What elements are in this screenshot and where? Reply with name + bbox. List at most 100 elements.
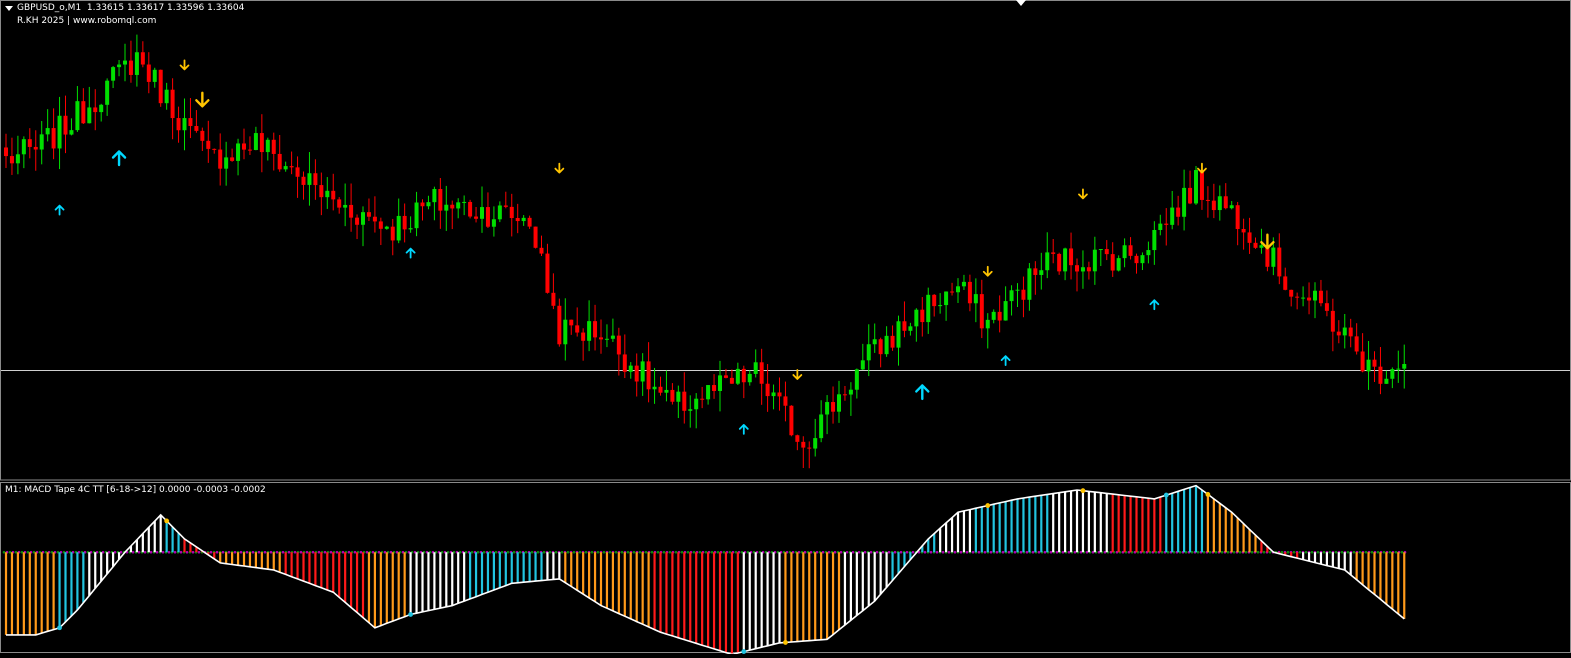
signal-level-dot: [323, 550, 327, 554]
zero-level-dot: [518, 550, 522, 554]
candle-body: [1253, 242, 1258, 248]
signal-level-dot: [251, 550, 255, 554]
zero-level-dot: [1394, 550, 1398, 554]
signal-level-dot: [167, 550, 171, 554]
candle-body: [33, 146, 38, 150]
zero-level-dot: [668, 550, 672, 554]
candle-body: [884, 335, 889, 355]
zero-level-dot: [632, 550, 636, 554]
signal-level-dot: [233, 550, 237, 554]
candle-body: [872, 339, 877, 345]
signal-level-dot: [329, 550, 333, 554]
candle-body: [1051, 252, 1056, 254]
candle-body: [349, 204, 354, 218]
candle-body: [176, 118, 181, 131]
buy-arrow-icon: [915, 384, 930, 401]
candle-body: [301, 176, 306, 185]
signal-level-dot: [197, 550, 201, 554]
candle-body: [1188, 187, 1193, 204]
candle-body: [164, 89, 169, 104]
candle-body: [158, 69, 163, 104]
macd-color-change-dot: [164, 518, 170, 524]
zero-level-dot: [1328, 550, 1332, 554]
zero-level-dot: [584, 550, 588, 554]
chart-shift-marker-icon[interactable]: [1016, 0, 1026, 6]
candle-body: [140, 52, 145, 65]
candle-body: [1354, 336, 1359, 352]
chart-menu-icon[interactable]: [5, 6, 13, 11]
candle-body: [277, 153, 282, 170]
candle-body: [991, 311, 996, 320]
candle-body: [426, 202, 431, 207]
candle-body: [1384, 378, 1389, 384]
zero-level-dot: [590, 550, 594, 554]
zero-level-dot: [626, 550, 630, 554]
candle-body: [896, 321, 901, 348]
signal-level-dot: [881, 550, 885, 554]
candle-body: [527, 217, 532, 227]
zero-level-dot: [1220, 550, 1224, 554]
candle-body: [123, 60, 127, 65]
candle-body: [1033, 268, 1038, 275]
candle-body: [343, 204, 348, 208]
zero-level-dot: [530, 550, 534, 554]
signal-level-dot: [317, 550, 321, 554]
candle-body: [1336, 331, 1341, 336]
candle-body: [747, 373, 752, 383]
signal-level-dot: [851, 550, 855, 554]
credit-label: R.KH 2025 | www.robomql.com: [17, 16, 157, 26]
zero-level-dot: [488, 550, 492, 554]
candle-body: [1229, 205, 1234, 209]
chart-canvas[interactable]: [0, 0, 1571, 656]
candle-body: [1241, 228, 1246, 233]
zero-level-dot: [608, 550, 612, 554]
zero-level-dot: [566, 550, 570, 554]
candle-body: [27, 139, 32, 147]
zero-level-dot: [710, 550, 714, 554]
candle-body: [1021, 289, 1026, 300]
candle-body: [390, 226, 395, 241]
candle-body: [170, 89, 175, 119]
candle-body: [4, 147, 8, 157]
signal-level-dot: [245, 550, 249, 554]
macd-color-change-dot: [783, 640, 788, 645]
candle-body: [1271, 247, 1276, 267]
candle-body: [1092, 249, 1097, 272]
candle-body: [1176, 207, 1181, 217]
candle-body: [9, 156, 14, 164]
candle-body: [1283, 276, 1288, 290]
candle-body: [414, 202, 419, 229]
candle-body: [1378, 366, 1383, 384]
signal-level-dot: [191, 550, 195, 554]
zero-level-dot: [1388, 550, 1392, 554]
candle-body: [1057, 253, 1062, 272]
candle-body: [1116, 258, 1121, 271]
candle-body: [985, 319, 990, 329]
candle-body: [1217, 196, 1222, 211]
zero-level-dot: [1244, 550, 1248, 554]
candle-body: [1330, 310, 1335, 332]
buy-arrow-icon: [1149, 299, 1160, 311]
candle-body: [236, 143, 241, 161]
signal-level-dot: [173, 550, 177, 554]
sell-arrow-icon: [792, 369, 803, 380]
candle-body: [1199, 170, 1204, 200]
candle-body: [45, 128, 50, 135]
candle-body: [575, 325, 580, 333]
zero-level-dot: [494, 550, 498, 554]
candle-body: [658, 386, 663, 393]
signal-level-dot: [215, 550, 219, 554]
signal-level-dot: [185, 550, 189, 554]
signal-level-dot: [971, 550, 975, 554]
candle-body: [1110, 254, 1115, 271]
candle-body: [15, 154, 20, 164]
candle-body: [69, 130, 74, 135]
zero-level-dot: [1250, 550, 1254, 554]
candle-body: [1295, 296, 1300, 298]
buy-arrow-icon: [1000, 355, 1011, 366]
candle-body: [99, 104, 104, 113]
candle-body: [1027, 268, 1032, 300]
zero-level-dot: [650, 550, 654, 554]
zero-level-dot: [1400, 550, 1404, 554]
candle-body: [1348, 327, 1353, 337]
